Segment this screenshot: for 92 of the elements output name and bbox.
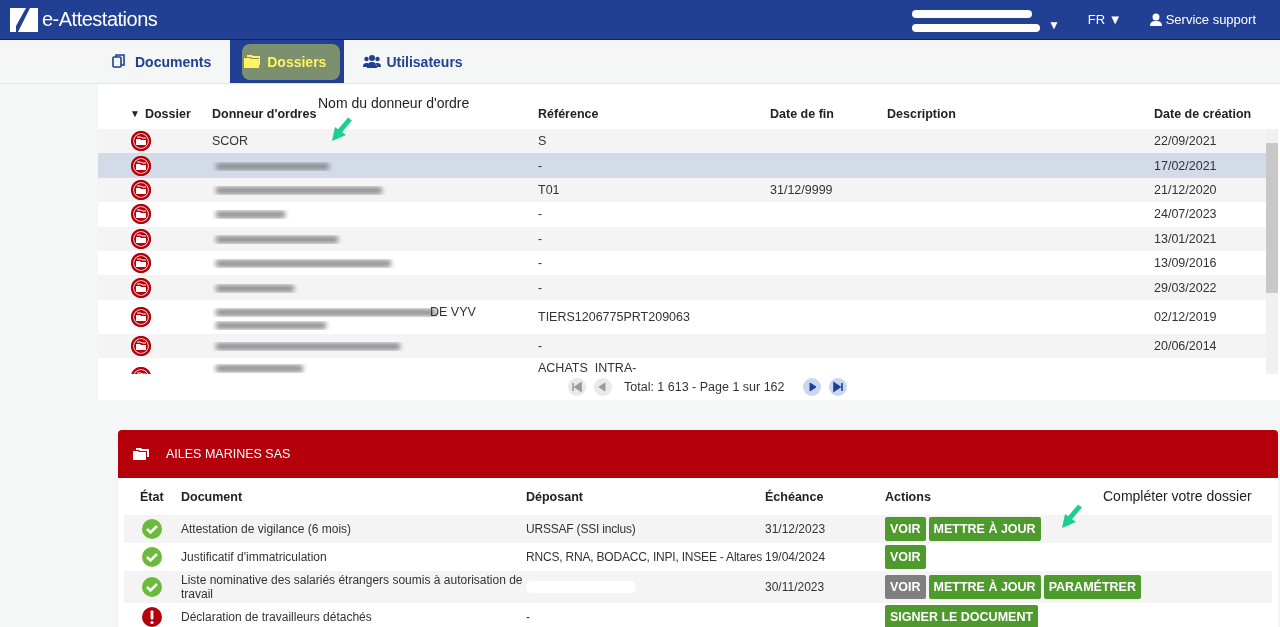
action-button[interactable]: SIGNER LE DOCUMENT xyxy=(885,605,1039,627)
folders-icon xyxy=(133,447,151,461)
table-cell: 24/07/2023 xyxy=(1154,207,1217,222)
tab[interactable]: Utilisateurs xyxy=(354,40,472,83)
table-cell: - xyxy=(526,610,530,624)
folder-badge-icon xyxy=(131,253,151,274)
column-header[interactable]: Description xyxy=(887,106,956,121)
table-row[interactable]: T01 31/12/9999 21/12/2020 xyxy=(98,177,1266,203)
table-cell: 02/12/2019 xyxy=(1154,309,1217,324)
folder-badge-icon xyxy=(131,277,151,298)
table-cell: - xyxy=(538,338,543,353)
table-cell: DE VYV xyxy=(430,304,476,319)
column-header[interactable]: Échéance xyxy=(765,489,824,504)
action-button[interactable]: VOIR xyxy=(885,545,926,569)
annotation-arrow xyxy=(332,117,352,143)
table-cell: 29/03/2022 xyxy=(1154,280,1217,295)
table-cell: 13/01/2021 xyxy=(1154,231,1217,246)
folder-badge-icon xyxy=(131,179,151,200)
action-button[interactable]: METTRE À JOUR xyxy=(928,517,1041,541)
table-cell: 31/12/9999 xyxy=(770,182,833,197)
table-row[interactable]: - 20/06/2014 xyxy=(98,333,1266,359)
folder-badge-icon xyxy=(131,335,151,356)
table-row[interactable]: - 24/07/2023 xyxy=(98,202,1266,227)
users-icon xyxy=(363,54,382,69)
table-cell: Liste nominative des salariés étrangers soumis à autorisation de travail xyxy=(181,573,523,601)
table-cell: 31/12/2023 xyxy=(765,522,826,536)
table-row[interactable]: - 17/02/2021 xyxy=(98,153,1266,178)
table-cell: 17/02/2021 xyxy=(1154,158,1217,173)
scrollbar[interactable] xyxy=(1266,129,1278,374)
table-cell: T01 xyxy=(538,182,560,197)
table-cell: 19/04/2024 xyxy=(765,550,826,564)
language-menu[interactable]: FR ▼ xyxy=(1087,12,1122,27)
table-cell: 13/09/2016 xyxy=(1154,256,1217,271)
panel-title: AILES MARINES SAS xyxy=(166,447,291,461)
table-row[interactable]: ACHATS_INTRA- xyxy=(98,358,1266,374)
table-cell: 20/06/2014 xyxy=(1154,338,1217,353)
action-button[interactable]: VOIR xyxy=(885,517,926,541)
table-cell: S xyxy=(538,134,547,149)
column-header[interactable]: Actions xyxy=(885,489,931,504)
caret-icon: ▼ xyxy=(1047,17,1060,32)
table-row[interactable]: DE VYV TIERS1206775PRT209063 02/12/2019 xyxy=(98,299,1266,334)
table-cell: Justificatif d'immatriculation xyxy=(181,550,327,564)
pagination-text: Total: 1 613 - Page 1 sur 162 xyxy=(624,380,785,394)
table-cell: - xyxy=(538,280,543,295)
table-row[interactable]: SCOR S 22/09/2021 xyxy=(98,129,1266,154)
table-cell: Attestation de vigilance (6 mois) xyxy=(181,522,352,536)
column-header[interactable]: Dossier xyxy=(144,106,191,121)
folder-badge-icon xyxy=(131,155,151,176)
column-header[interactable]: Référence xyxy=(538,106,599,121)
folder-icon xyxy=(244,54,263,69)
annotation-arrow xyxy=(1062,504,1082,530)
next-page-icon[interactable] xyxy=(802,378,821,396)
logo-text: e-Attestations xyxy=(42,8,158,31)
table-cell: 22/09/2021 xyxy=(1154,134,1217,149)
sort-caret[interactable]: ▼ xyxy=(130,108,140,119)
table-cell: - xyxy=(538,256,543,271)
support-person-icon xyxy=(1149,13,1162,26)
table-row[interactable]: - 13/01/2021 xyxy=(98,226,1266,251)
table-cell: ACHATS_INTRA- xyxy=(538,361,637,374)
last-page-icon[interactable] xyxy=(828,378,847,396)
check-circle-icon xyxy=(142,519,162,539)
column-header[interactable]: Date de fin xyxy=(770,106,834,121)
check-circle-icon xyxy=(142,577,162,597)
folder-badge-icon xyxy=(131,228,151,249)
folder-badge-icon xyxy=(131,306,151,327)
column-header[interactable]: Document xyxy=(181,489,243,504)
tab[interactable]: Documents xyxy=(103,40,221,83)
table-cell: - xyxy=(538,207,543,222)
table-cell: Déclaration de travailleurs détachés xyxy=(181,610,372,624)
action-button[interactable]: METTRE À JOUR xyxy=(928,575,1041,599)
column-header[interactable]: Date de création xyxy=(1154,106,1252,121)
column-header[interactable]: État xyxy=(140,489,164,504)
table-row[interactable]: - 29/03/2022 xyxy=(98,275,1266,300)
support-link[interactable]: Service support xyxy=(1149,12,1256,27)
check-circle-icon xyxy=(142,547,162,567)
table-cell: TIERS1206775PRT209063 xyxy=(538,309,690,324)
table-cell: - xyxy=(538,158,543,173)
table-cell: 21/12/2020 xyxy=(1154,182,1217,197)
action-button[interactable]: PARAMÉTRER xyxy=(1043,575,1141,599)
folder-badge-icon xyxy=(131,204,151,225)
folder-badge-icon xyxy=(131,131,151,152)
table-cell: RNCS, RNA, BODACC, INPI, INSEE - Altares xyxy=(526,550,763,564)
table-cell: URSSAF (SSI inclus) xyxy=(526,522,636,536)
table-row[interactable]: - 13/09/2016 xyxy=(98,250,1266,276)
user-menu[interactable]: ▼ xyxy=(911,4,1060,35)
table-cell: - xyxy=(538,231,543,246)
column-header[interactable]: Donneur d'ordres xyxy=(212,106,317,121)
annotation-text: Nom du donneur d'ordre xyxy=(318,95,470,111)
annotation-text: Compléter votre dossier xyxy=(1103,488,1252,504)
column-header[interactable]: Déposant xyxy=(526,489,583,504)
table-cell: 30/11/2023 xyxy=(765,580,825,594)
table-cell: SCOR xyxy=(212,134,249,149)
